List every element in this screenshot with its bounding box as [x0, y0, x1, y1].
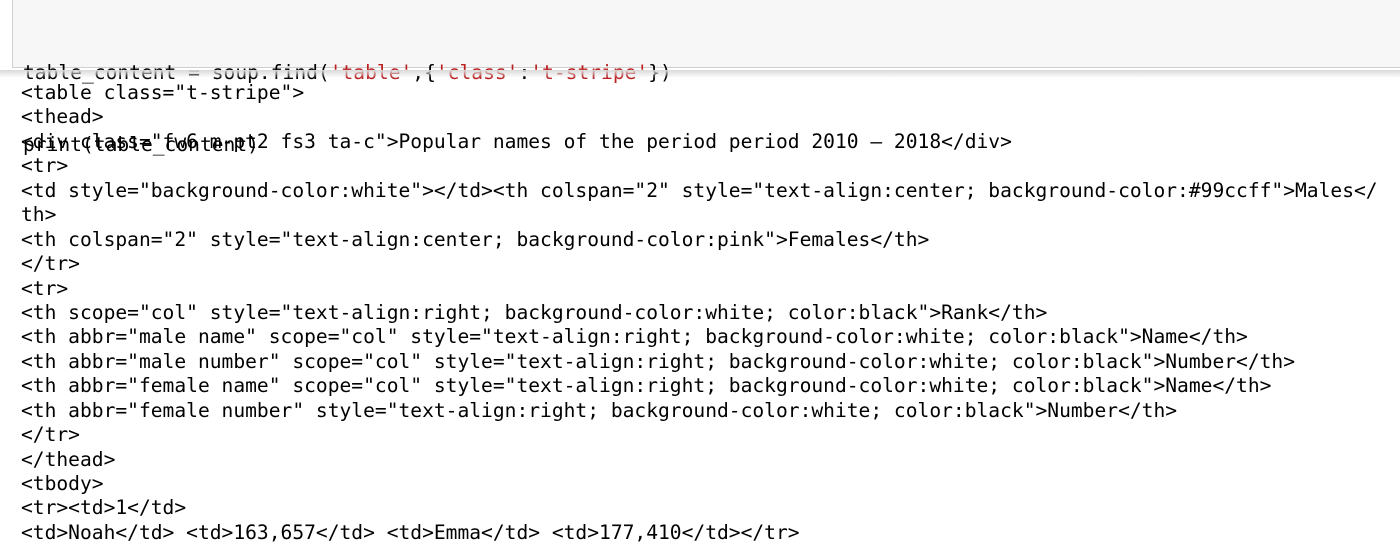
- output-line: <tbody>: [21, 472, 104, 495]
- output-line: <th abbr="male number" scope="col" style…: [21, 349, 1296, 373]
- output-line: <th scope="col" style="text-align:right;…: [21, 300, 1048, 324]
- output-line: <th abbr="male name" scope="col" style="…: [21, 325, 1248, 349]
- output-line: <td style="background-color:white"></td>…: [21, 178, 1378, 202]
- output-line: th>: [21, 203, 57, 227]
- output-line: <td>Noah</td> <td>163,657</td> <td>Emma<…: [21, 520, 800, 544]
- output-line: <div class="fw6 m-pt2 fs3 ta-c">Popular …: [21, 129, 1012, 153]
- cell-output: <table class="t-stripe"> <thead> <div cl…: [21, 81, 1400, 550]
- output-line: <th colspan="2" style="text-align:center…: [21, 227, 930, 251]
- output-line: </tr>: [21, 423, 80, 447]
- code-input-cell[interactable]: table_content = soup.find('table',{'clas…: [12, 0, 1400, 156]
- output-line: <tr><td>1</td>: [21, 496, 187, 520]
- output-line: <table class="t-stripe">: [21, 81, 305, 104]
- output-divider: [0, 70, 1400, 78]
- output-line: <tr>: [21, 276, 69, 300]
- notebook-view: table_content = soup.find('table',{'clas…: [0, 0, 1400, 550]
- output-line: </thead>: [21, 447, 116, 471]
- output-line: </tr>: [21, 252, 80, 276]
- output-line: <th abbr="female name" scope="col" style…: [21, 374, 1272, 398]
- output-line: <tr>: [21, 154, 69, 178]
- output-line: <th abbr="female number" style="text-ali…: [21, 398, 1178, 422]
- output-line: <thead>: [21, 105, 104, 129]
